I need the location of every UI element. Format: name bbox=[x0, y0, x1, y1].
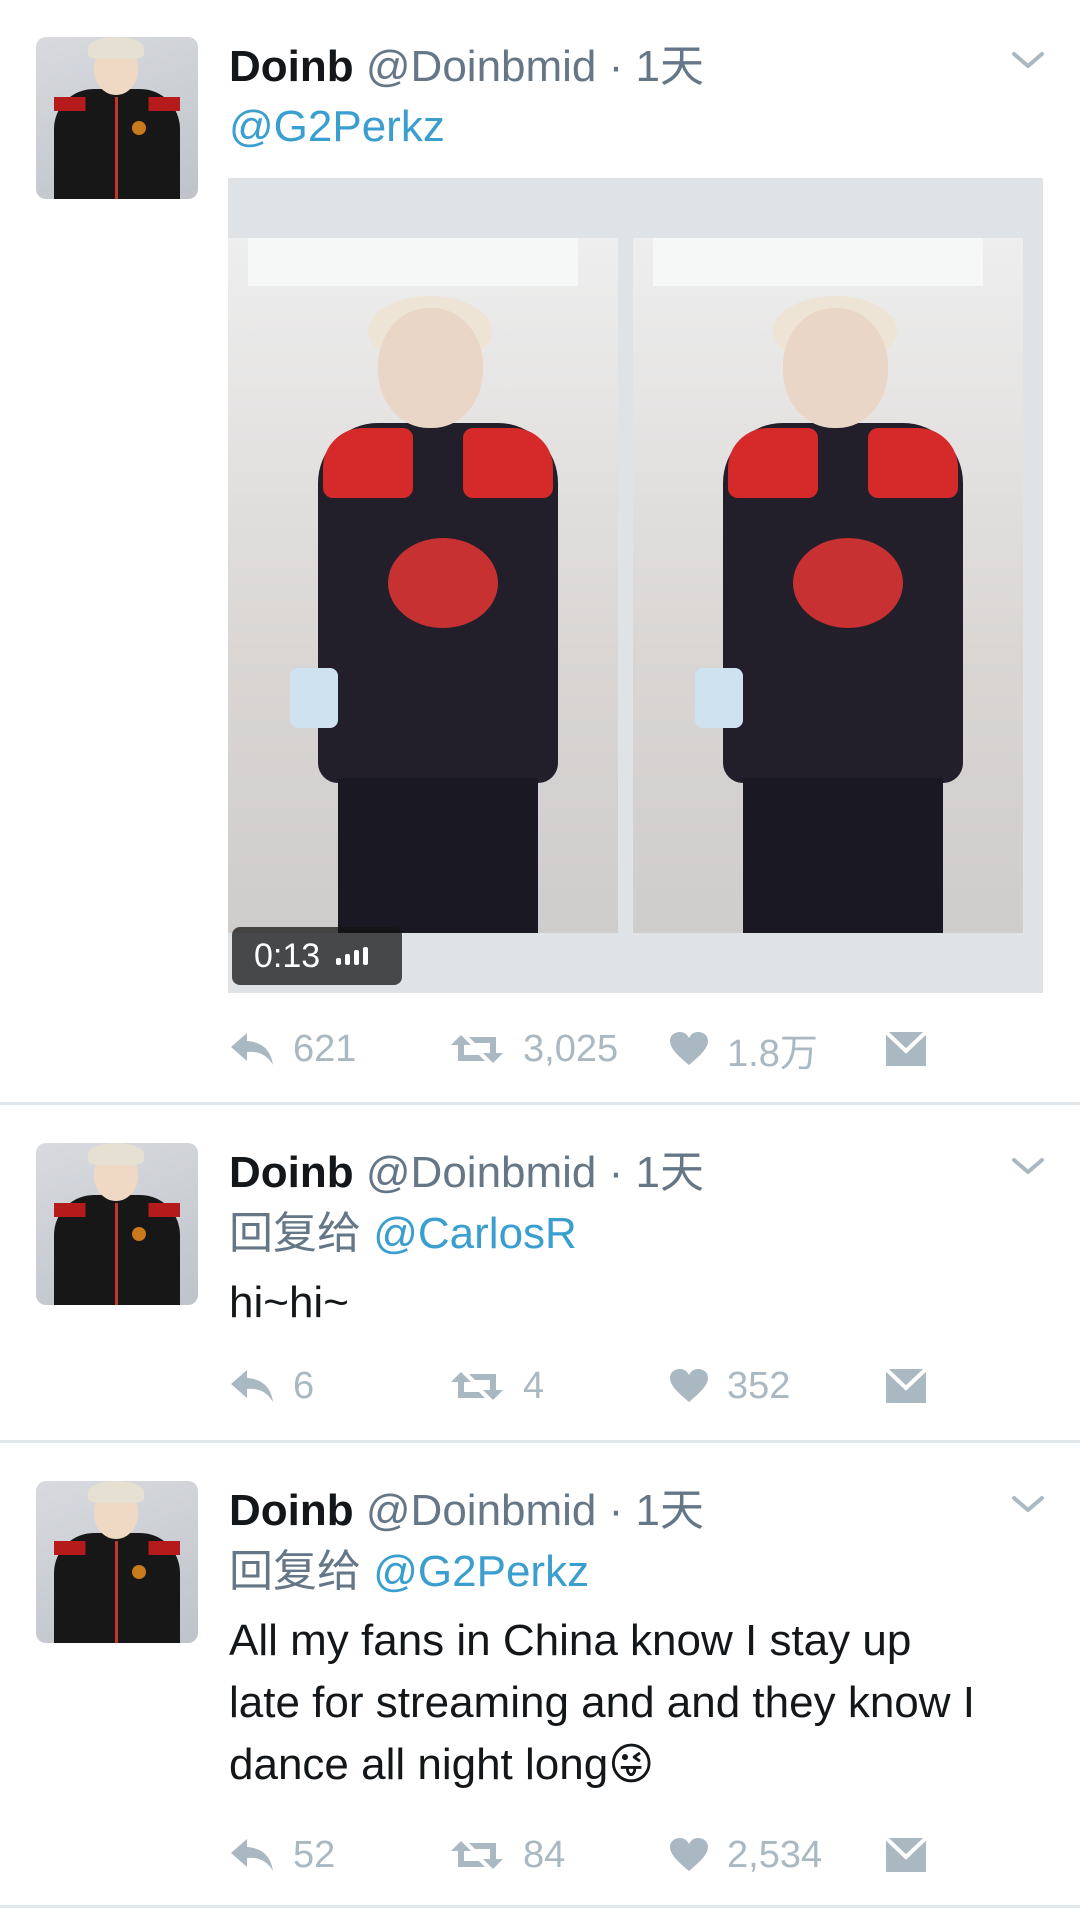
emoji: 😜 bbox=[608, 1740, 655, 1789]
retweet-button[interactable]: 3,025 bbox=[449, 1024, 618, 1074]
reply-count: 6 bbox=[293, 1364, 315, 1407]
retweet-icon bbox=[451, 1841, 503, 1869]
display-name[interactable]: Doinb bbox=[229, 42, 354, 91]
like-icon bbox=[670, 1032, 708, 1065]
tweet-actions: 52 84 2,534 bbox=[229, 1830, 989, 1880]
user-handle[interactable]: @Doinbmid bbox=[366, 42, 597, 91]
tweet-header: Doinb @Doinbmid · 1天 bbox=[229, 1136, 704, 1200]
user-handle[interactable]: @Doinbmid bbox=[366, 1486, 597, 1535]
timestamp[interactable]: · 1天 bbox=[609, 1148, 704, 1197]
like-count: 2,534 bbox=[727, 1833, 823, 1876]
mention-link[interactable]: @CarlosR bbox=[373, 1209, 577, 1258]
retweet-count: 3,025 bbox=[523, 1027, 619, 1070]
direct-message-icon bbox=[885, 1368, 927, 1403]
like-button[interactable]: 2,534 bbox=[669, 1830, 822, 1880]
tweet-text-line-text: dance all night long bbox=[229, 1740, 609, 1789]
chevron-down-icon[interactable] bbox=[1010, 1492, 1046, 1516]
timestamp[interactable]: · 1天 bbox=[609, 1486, 704, 1535]
chevron-down-icon[interactable] bbox=[1010, 1154, 1046, 1178]
tweet-text: hi~hi~ bbox=[229, 1278, 349, 1327]
chevron-down-icon[interactable] bbox=[1010, 48, 1046, 72]
retweet-icon bbox=[451, 1372, 503, 1400]
like-icon bbox=[670, 1838, 708, 1871]
retweet-count: 4 bbox=[523, 1364, 545, 1407]
avatar[interactable] bbox=[36, 1143, 198, 1305]
avatar[interactable] bbox=[36, 37, 198, 199]
volume-icon bbox=[336, 947, 369, 965]
tweet-divider bbox=[0, 1102, 1080, 1105]
reply-prefix: 回复给 bbox=[229, 1209, 361, 1258]
tweet-actions: 621 3,025 1.8万 bbox=[229, 1024, 989, 1075]
tweet-text-line: All my fans in China know I stay up bbox=[229, 1616, 912, 1665]
direct-message-button[interactable] bbox=[885, 1024, 927, 1074]
display-name[interactable]: Doinb bbox=[229, 1148, 354, 1197]
direct-message-icon bbox=[885, 1837, 927, 1872]
reply-context: 回复给 @G2Perkz bbox=[229, 1541, 1049, 1603]
video-duration: 0:13 bbox=[254, 936, 321, 975]
retweet-button[interactable]: 4 bbox=[449, 1361, 544, 1411]
like-button[interactable]: 352 bbox=[669, 1361, 790, 1411]
video-frame-left bbox=[228, 238, 618, 933]
reply-icon bbox=[231, 1370, 273, 1402]
mention-link[interactable]: @G2Perkz bbox=[373, 1547, 589, 1596]
tweet-header: Doinb @Doinbmid · 1天 bbox=[229, 30, 704, 94]
direct-message-icon bbox=[885, 1031, 927, 1066]
tweet-divider bbox=[0, 1905, 1080, 1908]
tweet-header: Doinb @Doinbmid · 1天 bbox=[229, 1474, 704, 1538]
retweet-count: 84 bbox=[523, 1833, 566, 1876]
retweet-icon bbox=[451, 1035, 503, 1063]
user-handle[interactable]: @Doinbmid bbox=[366, 1148, 597, 1197]
tweet-actions: 6 4 352 bbox=[229, 1361, 989, 1411]
video-duration-badge: 0:13 bbox=[232, 927, 402, 985]
like-button[interactable]: 1.8万 bbox=[669, 1024, 818, 1075]
tweet-text-line: dance all night long😜 bbox=[229, 1734, 1049, 1796]
timestamp[interactable]: · 1天 bbox=[609, 42, 704, 91]
reply-button[interactable]: 6 bbox=[229, 1361, 314, 1411]
reply-count: 621 bbox=[293, 1027, 357, 1070]
video-thumbnail[interactable] bbox=[228, 178, 1043, 993]
direct-message-button[interactable] bbox=[885, 1830, 927, 1880]
retweet-button[interactable]: 84 bbox=[449, 1830, 565, 1880]
reply-icon bbox=[231, 1839, 273, 1871]
reply-count: 52 bbox=[293, 1833, 336, 1876]
reply-button[interactable]: 52 bbox=[229, 1830, 335, 1880]
video-frame-right bbox=[633, 238, 1023, 933]
reply-prefix: 回复给 bbox=[229, 1547, 361, 1596]
like-count: 1.8万 bbox=[727, 1032, 818, 1075]
display-name[interactable]: Doinb bbox=[229, 1486, 354, 1535]
tweet-text: @G2Perkz bbox=[229, 96, 1049, 158]
direct-message-button[interactable] bbox=[885, 1361, 927, 1411]
tweet-text-line: late for streaming and and they know I bbox=[229, 1678, 975, 1727]
reply-icon bbox=[231, 1033, 273, 1065]
reply-button[interactable]: 621 bbox=[229, 1024, 356, 1074]
tweet-divider bbox=[0, 1440, 1080, 1443]
tweet-text: All my fans in China know I stay up late… bbox=[229, 1610, 1049, 1796]
like-count: 352 bbox=[727, 1364, 791, 1407]
like-icon bbox=[670, 1369, 708, 1402]
avatar[interactable] bbox=[36, 1481, 198, 1643]
mention-link[interactable]: @G2Perkz bbox=[229, 102, 445, 151]
reply-context: 回复给 @CarlosR bbox=[229, 1203, 1049, 1265]
